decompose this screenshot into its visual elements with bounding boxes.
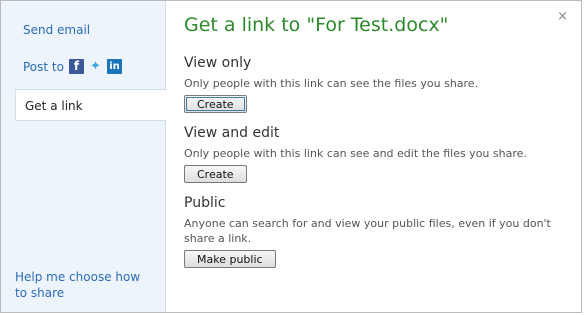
post-to-row: Post to f ✦ in bbox=[23, 59, 126, 74]
public-description: Anyone can search for and view your publ… bbox=[184, 217, 551, 245]
help-choose-link[interactable]: Help me choose how to share bbox=[15, 269, 155, 301]
linkedin-icon[interactable]: in bbox=[106, 59, 122, 74]
facebook-icon[interactable]: f bbox=[68, 59, 84, 74]
view-only-section: View only Only people with this link can… bbox=[184, 55, 579, 113]
sidebar-item-get-a-link[interactable]: Get a link bbox=[15, 89, 166, 121]
public-section: Public Anyone can search for and view yo… bbox=[184, 195, 579, 268]
close-icon[interactable]: × bbox=[557, 9, 568, 24]
view-edit-heading: View and edit bbox=[184, 125, 280, 141]
get-a-link-label: Get a link bbox=[25, 99, 83, 113]
view-edit-description: Only people with this link can see and e… bbox=[184, 147, 527, 160]
view-only-description: Only people with this link can see the f… bbox=[184, 77, 479, 90]
view-edit-create-button[interactable]: Create bbox=[184, 165, 247, 183]
share-dialog: Send email Post to f ✦ in Get a link Hel… bbox=[0, 0, 582, 313]
post-to-link[interactable]: Post to bbox=[23, 60, 64, 74]
send-email-link[interactable]: Send email bbox=[23, 23, 90, 37]
dialog-title: Get a link to "For Test.docx" bbox=[184, 14, 449, 36]
public-heading: Public bbox=[184, 195, 226, 211]
make-public-button[interactable]: Make public bbox=[184, 250, 276, 268]
view-only-create-button[interactable]: Create bbox=[184, 95, 247, 113]
view-only-heading: View only bbox=[184, 55, 252, 71]
view-edit-section: View and edit Only people with this link… bbox=[184, 125, 579, 183]
twitter-icon[interactable]: ✦ bbox=[88, 59, 103, 74]
sidebar: Send email Post to f ✦ in Get a link Hel… bbox=[1, 1, 166, 312]
